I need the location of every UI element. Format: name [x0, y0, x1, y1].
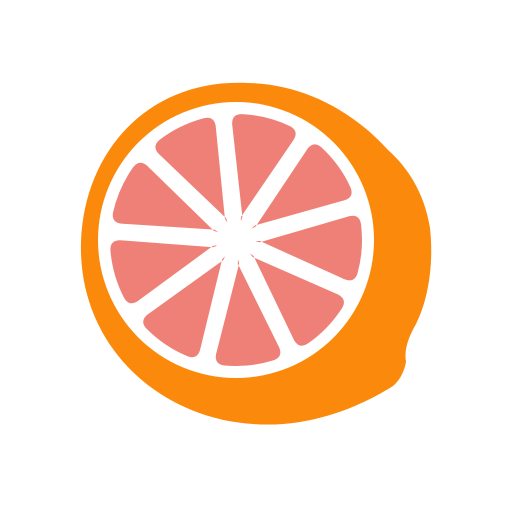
- grapefruit-slice-icon: [80, 82, 432, 425]
- app-logo-canvas: [0, 0, 512, 512]
